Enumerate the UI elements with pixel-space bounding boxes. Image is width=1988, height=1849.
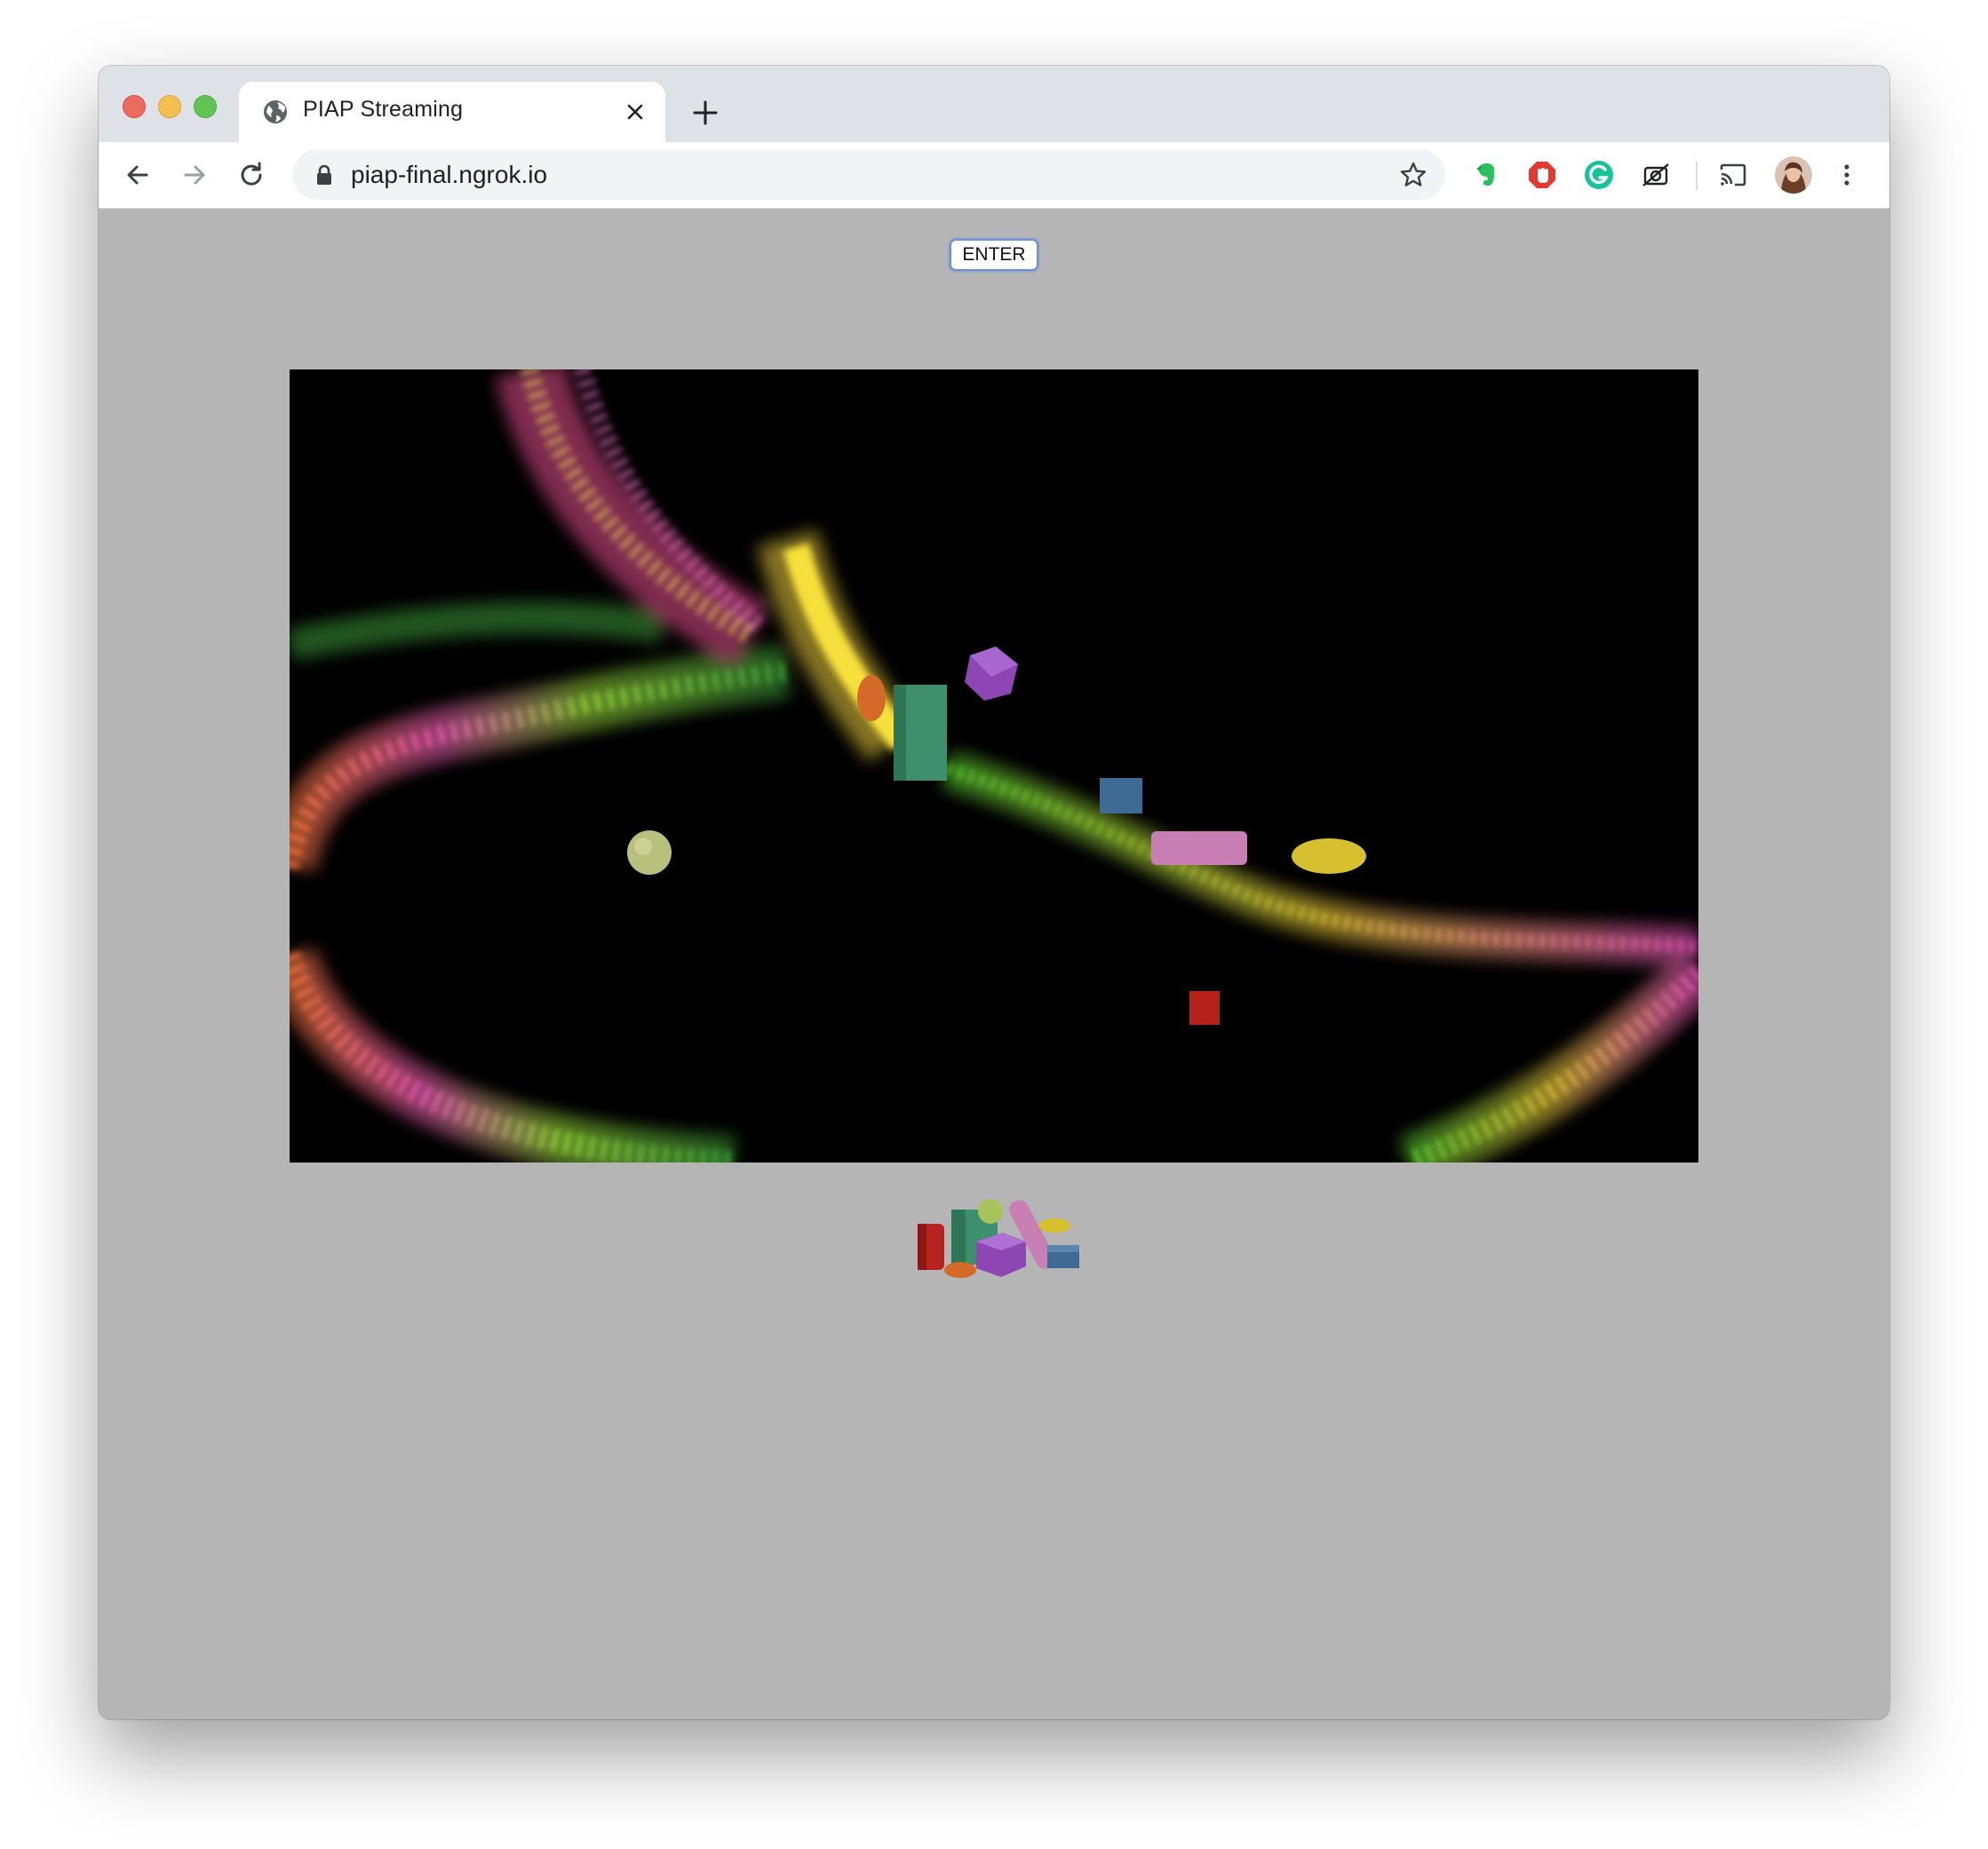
particle-scene <box>290 369 1698 1163</box>
profile-avatar[interactable] <box>1774 155 1813 194</box>
browser-toolbar: piap-final.ngrok.io <box>99 142 1889 209</box>
new-tab-icon[interactable] <box>690 98 720 128</box>
globe-icon <box>264 100 287 123</box>
window-close-button[interactable] <box>123 95 146 118</box>
back-arrow-icon[interactable] <box>122 159 154 191</box>
grammarly-icon[interactable] <box>1583 159 1615 191</box>
tab-piap-streaming[interactable]: PIAP Streaming <box>239 82 665 142</box>
page-content: ENTER <box>99 209 1889 1719</box>
lock-icon[interactable] <box>314 163 335 186</box>
browser-window: PIAP Streaming piap-final.ngrok.io ENTER <box>99 66 1889 1719</box>
address-bar[interactable]: piap-final.ngrok.io <box>292 149 1445 200</box>
camera-extension-icon[interactable] <box>1640 159 1672 191</box>
evernote-icon[interactable] <box>1469 159 1501 191</box>
window-minimize-button[interactable] <box>158 95 181 118</box>
close-tab-icon[interactable] <box>623 99 648 124</box>
url-text[interactable]: piap-final.ngrok.io <box>351 161 547 189</box>
cast-icon[interactable] <box>1717 159 1749 191</box>
bookmark-star-icon[interactable] <box>1398 160 1428 190</box>
window-maximize-button[interactable] <box>194 95 217 118</box>
adblock-icon[interactable] <box>1526 159 1558 191</box>
tab-title: PIAP Streaming <box>303 97 464 122</box>
toolbar-divider <box>1696 162 1698 190</box>
video-stream[interactable] <box>290 369 1698 1163</box>
enter-button[interactable]: ENTER <box>950 239 1038 271</box>
more-menu-icon[interactable] <box>1831 159 1863 191</box>
reload-icon[interactable] <box>235 159 267 191</box>
tab-strip: PIAP Streaming <box>99 66 1889 142</box>
forward-arrow-icon[interactable] <box>179 159 211 191</box>
shapes-preview-image <box>918 1199 1079 1278</box>
